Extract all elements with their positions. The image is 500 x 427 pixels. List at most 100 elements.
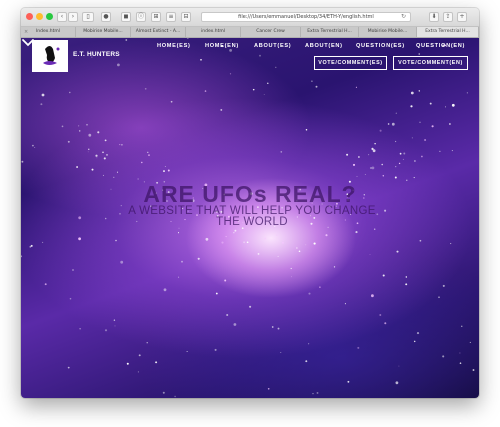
star <box>414 160 416 162</box>
star <box>87 151 89 153</box>
star <box>102 151 104 154</box>
tab[interactable]: index.html <box>186 27 241 37</box>
star <box>147 151 149 153</box>
tab-title: Mobirise Mobile... <box>83 29 123 34</box>
star <box>113 319 116 321</box>
star <box>371 294 374 298</box>
tab[interactable]: Extra Terrestrial H... <box>301 27 359 37</box>
vote-comment-en-button[interactable]: VOTE/COMMENT(EN) <box>393 56 468 70</box>
star <box>418 90 420 92</box>
minimize-window-button[interactable] <box>36 13 43 20</box>
star <box>116 171 119 173</box>
star <box>382 274 385 277</box>
star <box>291 276 293 278</box>
star <box>226 313 229 317</box>
star <box>137 371 139 373</box>
sidebar-icon[interactable]: ▯ <box>82 12 94 22</box>
nav-about-en[interactable]: ABOUT(EN) <box>305 43 343 49</box>
zoom-window-button[interactable] <box>46 13 53 20</box>
back-button[interactable]: ‹ <box>57 12 67 22</box>
star <box>371 147 374 150</box>
star <box>76 166 79 168</box>
star <box>429 102 432 105</box>
star <box>78 216 82 220</box>
star <box>442 284 445 287</box>
tab-title: Mobirise Mobile... <box>367 29 408 34</box>
reload-icon[interactable]: ↻ <box>401 13 406 21</box>
star <box>246 241 249 244</box>
chevron-down-icon[interactable] <box>21 38 35 47</box>
star <box>313 242 316 245</box>
star <box>391 122 395 126</box>
star <box>30 244 33 247</box>
tab[interactable]: Mobirise Mobile... <box>359 27 417 37</box>
tab-close-icon[interactable]: × <box>24 27 28 37</box>
nav-question-en[interactable]: QUESTION(EN) <box>416 43 465 49</box>
info-icon[interactable]: ⓘ <box>136 12 146 22</box>
star <box>96 157 98 159</box>
download-icon[interactable]: ⬇ <box>429 12 439 22</box>
star <box>114 325 116 327</box>
star <box>44 283 47 286</box>
star <box>186 38 189 39</box>
star <box>399 152 402 155</box>
star <box>162 391 165 394</box>
star <box>69 91 71 94</box>
tab-title: index.html <box>201 29 225 34</box>
star <box>137 178 139 180</box>
extension-icon[interactable]: ● <box>101 12 111 22</box>
star <box>352 163 356 166</box>
star <box>164 165 166 167</box>
nav-about-es[interactable]: ABOUT(ES) <box>254 43 291 49</box>
star <box>395 381 399 385</box>
star <box>312 393 314 395</box>
nav-home-es[interactable]: HOME(ES) <box>157 43 191 49</box>
star <box>78 237 81 241</box>
star <box>281 241 284 244</box>
star <box>233 323 237 326</box>
site-logo[interactable] <box>32 40 68 72</box>
star <box>163 170 165 173</box>
tab[interactable]: Mobirise Mobile... <box>76 27 131 37</box>
address-bar[interactable]: file:///Users/emmanuel/Desktop/34/ETH-Y/… <box>201 12 411 22</box>
star <box>282 239 284 241</box>
star <box>72 269 74 271</box>
close-window-button[interactable] <box>26 13 33 20</box>
star <box>413 340 416 343</box>
new-tab-icon[interactable]: + <box>457 12 467 22</box>
share-icon[interactable]: ⇪ <box>443 12 453 22</box>
star <box>97 131 100 134</box>
star <box>146 342 148 344</box>
forward-button[interactable]: › <box>68 12 78 22</box>
vote-comment-es-button[interactable]: VOTE/COMMENT(ES) <box>314 56 387 70</box>
star <box>21 255 23 258</box>
star <box>305 360 308 363</box>
star <box>42 241 44 243</box>
tab[interactable]: Almost Extinct - A... <box>131 27 186 37</box>
nav-home-en[interactable]: HOME(EN) <box>205 43 239 49</box>
star <box>120 260 124 264</box>
tab-active[interactable]: Extra Terrestrial H... <box>417 27 479 37</box>
star <box>125 39 128 41</box>
star <box>113 176 115 178</box>
star <box>411 137 413 139</box>
star <box>267 387 270 390</box>
star <box>249 305 252 308</box>
tab[interactable]: Cancer Crew <box>241 27 301 37</box>
star <box>387 123 390 125</box>
star <box>316 391 319 394</box>
reader-icon[interactable]: ≡ <box>166 12 176 22</box>
star <box>177 232 180 234</box>
star <box>215 292 218 295</box>
star <box>252 88 255 91</box>
nav-question-es[interactable]: QUESTION(ES) <box>356 43 405 49</box>
brand-name[interactable]: E.T. HUNTERS <box>73 51 120 58</box>
star <box>451 150 453 152</box>
tab[interactable]: × Index.html <box>21 27 76 37</box>
extension-icon-2[interactable]: ◼ <box>121 12 131 22</box>
star <box>167 169 170 172</box>
star <box>472 369 475 371</box>
bookmark-icon[interactable]: ⊟ <box>181 12 191 22</box>
grid-icon[interactable]: ⊞ <box>151 12 161 22</box>
star <box>243 241 246 244</box>
